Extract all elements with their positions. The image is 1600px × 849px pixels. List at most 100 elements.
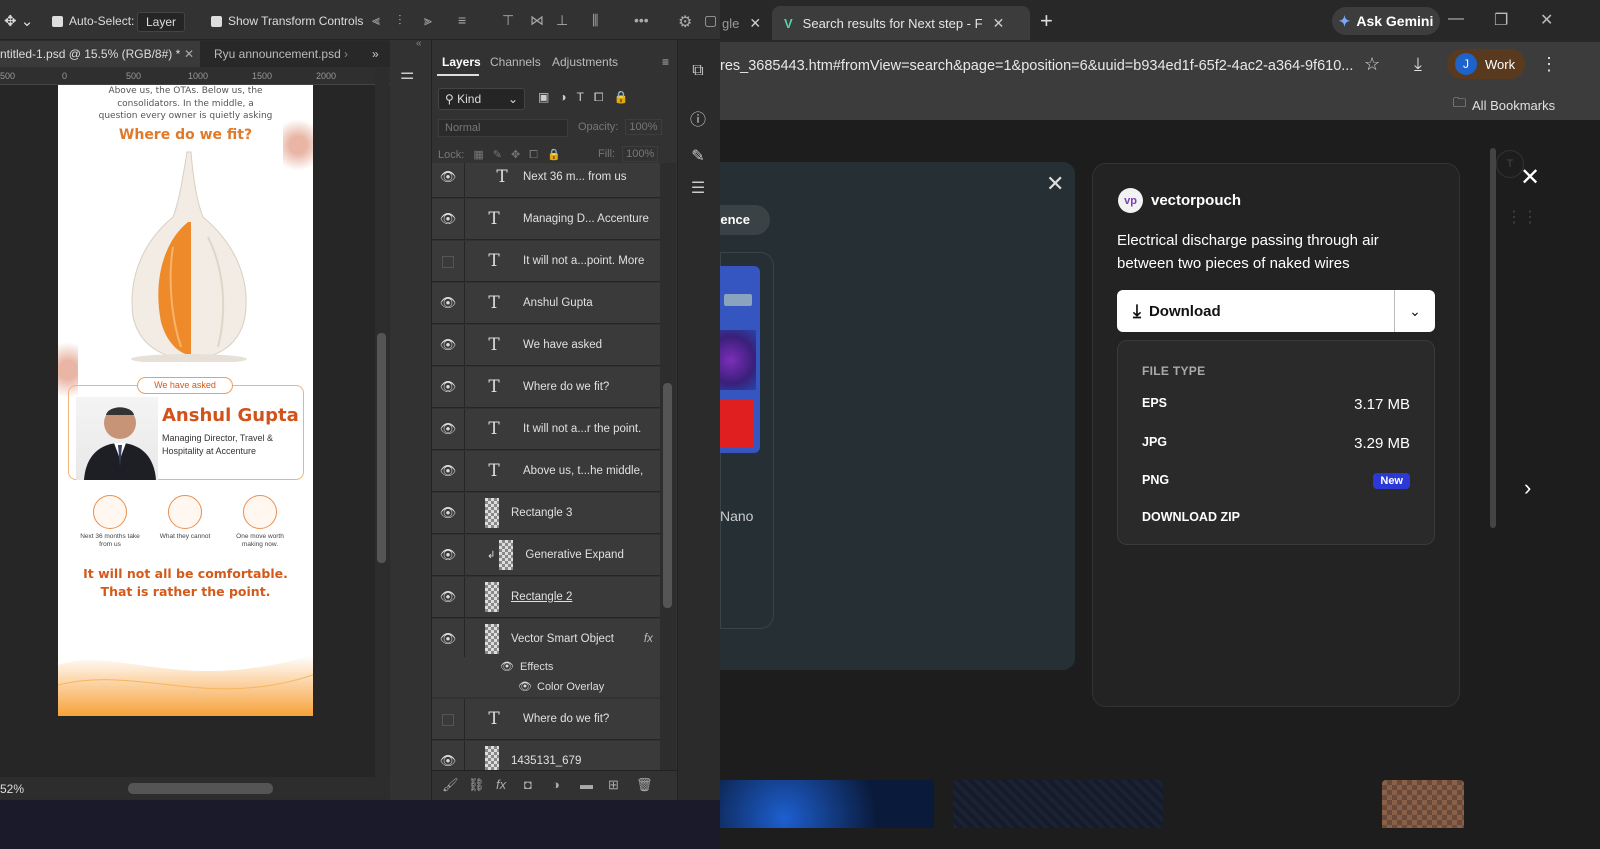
adjust-sliders-icon[interactable]: ☰ xyxy=(686,178,710,198)
layer-row[interactable]: 👁 T We have asked xyxy=(432,324,660,366)
eye-hidden-icon[interactable] xyxy=(432,712,464,727)
panel-menu-icon[interactable]: ≡ xyxy=(662,55,669,69)
align-right-icon[interactable]: ⫸ xyxy=(424,12,432,29)
layer-row[interactable]: 👁 T Above us, t...he middle, xyxy=(432,450,660,492)
maximize-icon[interactable]: ❐ xyxy=(1494,10,1508,30)
grid-icon[interactable]: ⋮⋮ xyxy=(1506,207,1538,227)
layer-row[interactable]: 👁 1435131_679 xyxy=(432,740,660,770)
align-left-icon[interactable]: ⫷ xyxy=(372,12,380,29)
tab-channels[interactable]: Channels xyxy=(490,55,541,69)
eye-icon[interactable]: 👁 xyxy=(432,631,464,647)
eye-icon[interactable]: 👁 xyxy=(432,547,464,563)
related-image[interactable] xyxy=(953,780,1163,828)
eye-icon[interactable]: 👁 xyxy=(432,211,464,227)
fx-icon[interactable]: fx xyxy=(496,777,506,792)
align-top-icon[interactable]: ⊤ xyxy=(502,12,514,29)
layer-row[interactable]: 👁 T Managing D... Accenture xyxy=(432,198,660,240)
fill-control[interactable]: Fill: 100% xyxy=(598,146,659,162)
filter-icons[interactable]: ▣◑T⧠🔒 xyxy=(538,90,638,105)
layer-row[interactable]: 👁 T Next 36 m... from us xyxy=(432,163,660,198)
file-option-png[interactable]: PNG New xyxy=(1142,473,1410,489)
layer-row[interactable]: 👁 Vector Smart Object fx xyxy=(432,618,660,660)
zoom-level[interactable]: 52% xyxy=(0,782,24,796)
layer-row[interactable]: 👁 ↲ Generative Expand xyxy=(432,534,660,576)
transform-controls-checkbox[interactable]: Show Transform Controls xyxy=(211,14,363,28)
link-icon[interactable]: ⛓ xyxy=(468,777,485,793)
file-option-jpg[interactable]: JPG 3.29 MB xyxy=(1142,435,1410,452)
blend-mode-dropdown[interactable]: Normal xyxy=(438,119,568,137)
close-icon[interactable]: ✕ xyxy=(749,15,761,32)
distribute-icon[interactable]: ≡ xyxy=(458,12,466,28)
url-field[interactable]: res_3685443.htm#fromView=search&page=1&p… xyxy=(720,58,1353,74)
eye-icon[interactable]: 👁 xyxy=(432,337,464,353)
download-zip-option[interactable]: DOWNLOAD ZIP xyxy=(1142,510,1410,524)
lock-controls[interactable]: Lock: ▦✎✥⧠🔒 xyxy=(438,148,570,162)
align-bottom-icon[interactable]: ⊥ xyxy=(556,12,568,29)
align-middle-icon[interactable]: ⋈ xyxy=(530,12,544,29)
eye-icon[interactable]: 👁 xyxy=(432,753,464,769)
tab-layers[interactable]: Layers xyxy=(442,55,481,69)
chevron-down-icon[interactable]: ⌄ xyxy=(1395,303,1435,320)
brush-settings-icon[interactable]: ✎ xyxy=(686,146,710,166)
doc-tab[interactable]: Ryu announcement.psd › xyxy=(204,41,354,67)
scrollbar-thumb[interactable] xyxy=(128,783,273,794)
author[interactable]: vp vectorpouch xyxy=(1118,188,1241,213)
eye-icon[interactable]: 👁 xyxy=(432,463,464,479)
related-image[interactable] xyxy=(1382,780,1464,828)
tab-previous[interactable]: gle ✕ xyxy=(720,6,770,40)
file-option-eps[interactable]: EPS 3.17 MB xyxy=(1142,396,1410,413)
layer-row[interactable]: T Where do we fit? xyxy=(432,698,660,740)
related-image[interactable] xyxy=(684,780,934,828)
trash-icon[interactable]: 🗑 xyxy=(636,777,653,793)
move-tool-icon[interactable]: ✥ ⌄ xyxy=(4,12,33,30)
download-button[interactable]: ⤓ Download xyxy=(1117,290,1395,332)
layer-row[interactable]: 👁 Rectangle 2 xyxy=(432,576,660,618)
page-scrollbar[interactable] xyxy=(1490,148,1496,528)
adjustment-icon[interactable]: ◑ xyxy=(552,777,560,792)
align-center-icon[interactable]: ⫶ xyxy=(398,12,402,29)
minimize-icon[interactable]: — xyxy=(1448,10,1464,28)
history-icon[interactable]: ⧉ xyxy=(686,62,710,80)
brush-icon[interactable]: 🖌 xyxy=(442,777,459,793)
layer-filter-dropdown[interactable]: ⚲ Kind ⌄ xyxy=(438,88,525,110)
panel-icon[interactable]: ▢ xyxy=(704,12,717,29)
close-icon[interactable]: ✕ xyxy=(1046,171,1064,197)
close-icon[interactable]: ✕ xyxy=(184,47,194,61)
layer-row[interactable]: 👁 T It will not a...r the point. xyxy=(432,408,660,450)
eye-icon[interactable]: 👁 xyxy=(518,680,532,693)
layer-row[interactable]: 👁 Rectangle 3 xyxy=(432,492,660,534)
menu-icon[interactable]: ⋮ xyxy=(1540,54,1558,75)
eye-icon[interactable]: 👁 xyxy=(432,421,464,437)
gear-icon[interactable]: ⚙ xyxy=(678,12,692,32)
window-close-icon[interactable]: ✕ xyxy=(1540,10,1553,30)
all-bookmarks-button[interactable]: 🗀 All Bookmarks xyxy=(1453,94,1555,116)
profile-button[interactable]: J Work xyxy=(1447,49,1525,79)
tab-active[interactable]: V Search results for Next step - Fl ✕ xyxy=(772,6,1030,40)
layer-row[interactable]: 👁 T Where do we fit? xyxy=(432,366,660,408)
properties-icon[interactable]: ⚌ xyxy=(400,64,414,84)
layer-row[interactable]: T It will not a...point. More xyxy=(432,240,660,282)
scrollbar-thumb[interactable] xyxy=(663,383,672,608)
eye-icon[interactable]: 👁 xyxy=(432,169,464,185)
tab-adjustments[interactable]: Adjustments xyxy=(552,55,618,69)
chevron-right-icon[interactable]: › xyxy=(1524,475,1531,501)
mask-icon[interactable]: ◘ xyxy=(524,777,532,792)
info-icon[interactable]: ⓘ xyxy=(686,106,710,130)
eye-icon[interactable]: 👁 xyxy=(432,379,464,395)
doc-tab-active[interactable]: ntitled-1.psd @ 15.5% (RGB/8#) * ✕ xyxy=(0,41,200,67)
folder-icon[interactable]: ▬ xyxy=(580,777,593,792)
color-overlay-row[interactable]: 👁 Color Overlay xyxy=(432,677,660,697)
eye-icon[interactable]: 👁 xyxy=(432,589,464,605)
close-icon[interactable]: ✕ xyxy=(993,15,1005,32)
auto-select-checkbox[interactable]: Auto-Select: xyxy=(52,14,134,28)
opacity-control[interactable]: Opacity: 100% xyxy=(578,119,662,135)
eye-hidden-icon[interactable] xyxy=(432,254,464,269)
new-tab-icon[interactable]: + xyxy=(1040,8,1053,34)
distribute-vertical-icon[interactable]: ⫼ xyxy=(592,12,598,29)
new-layer-icon[interactable]: ⊞ xyxy=(608,777,619,793)
eye-icon[interactable]: 👁 xyxy=(500,660,514,673)
fx-icon[interactable]: fx xyxy=(644,633,653,645)
double-chevron-icon[interactable]: » xyxy=(372,47,379,61)
auto-select-dropdown[interactable]: Layer xyxy=(137,12,186,32)
more-icon[interactable]: ••• xyxy=(634,12,649,28)
